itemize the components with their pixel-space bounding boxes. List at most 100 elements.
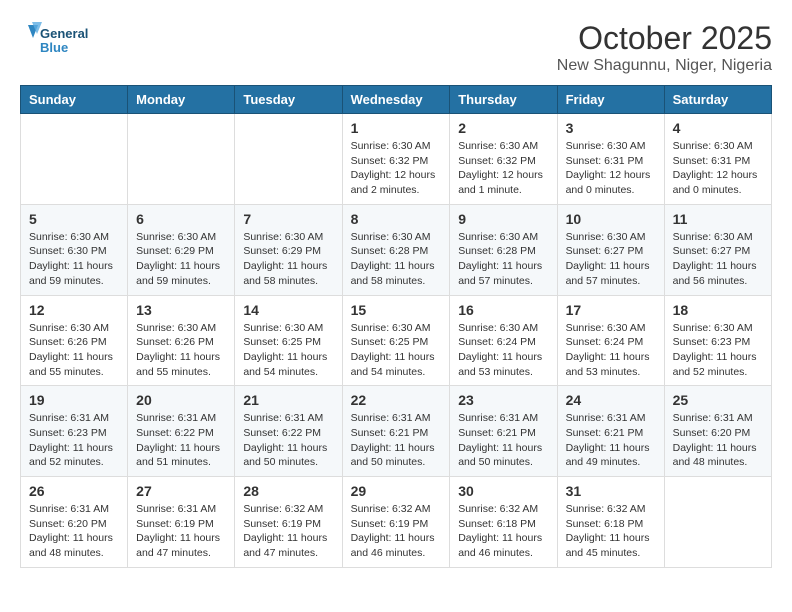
day-info: Sunrise: 6:31 AM Sunset: 6:22 PM Dayligh… bbox=[136, 411, 226, 470]
calendar-day-13: 13 Sunrise: 6:30 AM Sunset: 6:26 PM Dayli… bbox=[128, 295, 235, 386]
day-info: Sunrise: 6:30 AM Sunset: 6:28 PM Dayligh… bbox=[458, 230, 548, 289]
day-number: 20 bbox=[136, 392, 226, 408]
calendar-week-row: 1 Sunrise: 6:30 AM Sunset: 6:32 PM Daylig… bbox=[21, 114, 772, 205]
calendar-day-11: 11 Sunrise: 6:30 AM Sunset: 6:27 PM Dayli… bbox=[664, 204, 771, 295]
logo: General Blue bbox=[20, 20, 100, 65]
day-info: Sunrise: 6:30 AM Sunset: 6:29 PM Dayligh… bbox=[136, 230, 226, 289]
calendar-day-16: 16 Sunrise: 6:30 AM Sunset: 6:24 PM Dayli… bbox=[450, 295, 557, 386]
calendar-week-row: 12 Sunrise: 6:30 AM Sunset: 6:26 PM Dayli… bbox=[21, 295, 772, 386]
page-header: General Blue October 2025 New Shagunnu, … bbox=[20, 20, 772, 75]
calendar-day-21: 21 Sunrise: 6:31 AM Sunset: 6:22 PM Dayli… bbox=[235, 386, 342, 477]
location-title: New Shagunnu, Niger, Nigeria bbox=[557, 57, 772, 75]
day-number: 6 bbox=[136, 211, 226, 227]
day-info: Sunrise: 6:32 AM Sunset: 6:18 PM Dayligh… bbox=[566, 502, 656, 561]
day-number: 14 bbox=[243, 302, 333, 318]
calendar-day-12: 12Sunrise: 6:30 AM Sunset: 6:26 PM Dayli… bbox=[21, 295, 128, 386]
day-info: Sunrise: 6:32 AM Sunset: 6:19 PM Dayligh… bbox=[351, 502, 442, 561]
calendar-day-17: 17 Sunrise: 6:30 AM Sunset: 6:24 PM Dayli… bbox=[557, 295, 664, 386]
day-number: 15 bbox=[351, 302, 442, 318]
day-number: 31 bbox=[566, 483, 656, 499]
day-number: 11 bbox=[673, 211, 763, 227]
day-number: 28 bbox=[243, 483, 333, 499]
day-info: Sunrise: 6:30 AM Sunset: 6:24 PM Dayligh… bbox=[458, 321, 548, 380]
calendar-week-row: 5Sunrise: 6:30 AM Sunset: 6:30 PM Daylig… bbox=[21, 204, 772, 295]
day-info: Sunrise: 6:30 AM Sunset: 6:25 PM Dayligh… bbox=[351, 321, 442, 380]
day-info: Sunrise: 6:31 AM Sunset: 6:20 PM Dayligh… bbox=[29, 502, 119, 561]
calendar-day-4: 4Sunrise: 6:30 AM Sunset: 6:31 PM Daylig… bbox=[664, 114, 771, 205]
day-number: 30 bbox=[458, 483, 548, 499]
day-info: Sunrise: 6:30 AM Sunset: 6:29 PM Dayligh… bbox=[243, 230, 333, 289]
calendar-day-20: 20 Sunrise: 6:31 AM Sunset: 6:22 PM Dayli… bbox=[128, 386, 235, 477]
calendar-day-18: 18 Sunrise: 6:30 AM Sunset: 6:23 PM Dayli… bbox=[664, 295, 771, 386]
calendar-day-25: 25 Sunrise: 6:31 AM Sunset: 6:20 PM Dayli… bbox=[664, 386, 771, 477]
weekday-header-wednesday: Wednesday bbox=[342, 86, 450, 114]
day-info: Sunrise: 6:30 AM Sunset: 6:26 PM Dayligh… bbox=[136, 321, 226, 380]
svg-text:Blue: Blue bbox=[40, 40, 68, 55]
day-info: Sunrise: 6:32 AM Sunset: 6:19 PM Dayligh… bbox=[243, 502, 333, 561]
calendar-day-1: 1 Sunrise: 6:30 AM Sunset: 6:32 PM Daylig… bbox=[342, 114, 450, 205]
calendar-day-23: 23 Sunrise: 6:31 AM Sunset: 6:21 PM Dayli… bbox=[450, 386, 557, 477]
calendar-table: SundayMondayTuesdayWednesdayThursdayFrid… bbox=[20, 85, 772, 568]
day-info: Sunrise: 6:31 AM Sunset: 6:21 PM Dayligh… bbox=[458, 411, 548, 470]
calendar-empty-cell bbox=[235, 114, 342, 205]
day-number: 19 bbox=[29, 392, 119, 408]
day-info: Sunrise: 6:30 AM Sunset: 6:23 PM Dayligh… bbox=[673, 321, 763, 380]
day-number: 23 bbox=[458, 392, 548, 408]
day-info: Sunrise: 6:31 AM Sunset: 6:21 PM Dayligh… bbox=[351, 411, 442, 470]
day-info: Sunrise: 6:31 AM Sunset: 6:23 PM Dayligh… bbox=[29, 411, 119, 470]
calendar-week-row: 19 Sunrise: 6:31 AM Sunset: 6:23 PM Dayli… bbox=[21, 386, 772, 477]
day-info: Sunrise: 6:31 AM Sunset: 6:22 PM Dayligh… bbox=[243, 411, 333, 470]
calendar-day-9: 9 Sunrise: 6:30 AM Sunset: 6:28 PM Daylig… bbox=[450, 204, 557, 295]
day-number: 13 bbox=[136, 302, 226, 318]
calendar-day-24: 24 Sunrise: 6:31 AM Sunset: 6:21 PM Dayli… bbox=[557, 386, 664, 477]
weekday-header-tuesday: Tuesday bbox=[235, 86, 342, 114]
weekday-header-thursday: Thursday bbox=[450, 86, 557, 114]
weekday-header-friday: Friday bbox=[557, 86, 664, 114]
day-number: 29 bbox=[351, 483, 442, 499]
day-number: 21 bbox=[243, 392, 333, 408]
day-info: Sunrise: 6:30 AM Sunset: 6:32 PM Dayligh… bbox=[458, 139, 548, 198]
calendar-empty-cell bbox=[21, 114, 128, 205]
day-info: Sunrise: 6:30 AM Sunset: 6:31 PM Dayligh… bbox=[566, 139, 656, 198]
day-number: 12 bbox=[29, 302, 119, 318]
weekday-header-saturday: Saturday bbox=[664, 86, 771, 114]
day-info: Sunrise: 6:31 AM Sunset: 6:20 PM Dayligh… bbox=[673, 411, 763, 470]
calendar-day-29: 29 Sunrise: 6:32 AM Sunset: 6:19 PM Dayli… bbox=[342, 477, 450, 568]
weekday-header-monday: Monday bbox=[128, 86, 235, 114]
day-number: 26 bbox=[29, 483, 119, 499]
title-section: October 2025 New Shagunnu, Niger, Nigeri… bbox=[557, 20, 772, 75]
day-number: 3 bbox=[566, 120, 656, 136]
day-info: Sunrise: 6:31 AM Sunset: 6:19 PM Dayligh… bbox=[136, 502, 226, 561]
day-number: 18 bbox=[673, 302, 763, 318]
day-number: 17 bbox=[566, 302, 656, 318]
calendar-day-3: 3 Sunrise: 6:30 AM Sunset: 6:31 PM Daylig… bbox=[557, 114, 664, 205]
day-number: 25 bbox=[673, 392, 763, 408]
calendar-day-10: 10Sunrise: 6:30 AM Sunset: 6:27 PM Dayli… bbox=[557, 204, 664, 295]
day-number: 5 bbox=[29, 211, 119, 227]
day-number: 22 bbox=[351, 392, 442, 408]
logo-svg: General Blue bbox=[20, 20, 100, 65]
calendar-day-22: 22 Sunrise: 6:31 AM Sunset: 6:21 PM Dayli… bbox=[342, 386, 450, 477]
day-info: Sunrise: 6:30 AM Sunset: 6:27 PM Dayligh… bbox=[673, 230, 763, 289]
calendar-day-26: 26 Sunrise: 6:31 AM Sunset: 6:20 PM Dayli… bbox=[21, 477, 128, 568]
day-info: Sunrise: 6:30 AM Sunset: 6:32 PM Dayligh… bbox=[351, 139, 442, 198]
calendar-empty-cell bbox=[128, 114, 235, 205]
day-number: 1 bbox=[351, 120, 442, 136]
day-number: 9 bbox=[458, 211, 548, 227]
calendar-day-27: 27Sunrise: 6:31 AM Sunset: 6:19 PM Dayli… bbox=[128, 477, 235, 568]
day-info: Sunrise: 6:31 AM Sunset: 6:21 PM Dayligh… bbox=[566, 411, 656, 470]
calendar-empty-cell bbox=[664, 477, 771, 568]
day-number: 16 bbox=[458, 302, 548, 318]
calendar-day-6: 6 Sunrise: 6:30 AM Sunset: 6:29 PM Daylig… bbox=[128, 204, 235, 295]
day-info: Sunrise: 6:30 AM Sunset: 6:24 PM Dayligh… bbox=[566, 321, 656, 380]
day-info: Sunrise: 6:30 AM Sunset: 6:27 PM Dayligh… bbox=[566, 230, 656, 289]
day-info: Sunrise: 6:30 AM Sunset: 6:28 PM Dayligh… bbox=[351, 230, 442, 289]
day-number: 8 bbox=[351, 211, 442, 227]
day-number: 7 bbox=[243, 211, 333, 227]
calendar-day-5: 5Sunrise: 6:30 AM Sunset: 6:30 PM Daylig… bbox=[21, 204, 128, 295]
calendar-day-31: 31 Sunrise: 6:32 AM Sunset: 6:18 PM Dayli… bbox=[557, 477, 664, 568]
month-title: October 2025 bbox=[557, 20, 772, 57]
calendar-day-7: 7 Sunrise: 6:30 AM Sunset: 6:29 PM Daylig… bbox=[235, 204, 342, 295]
calendar-day-2: 2Sunrise: 6:30 AM Sunset: 6:32 PM Daylig… bbox=[450, 114, 557, 205]
day-number: 24 bbox=[566, 392, 656, 408]
